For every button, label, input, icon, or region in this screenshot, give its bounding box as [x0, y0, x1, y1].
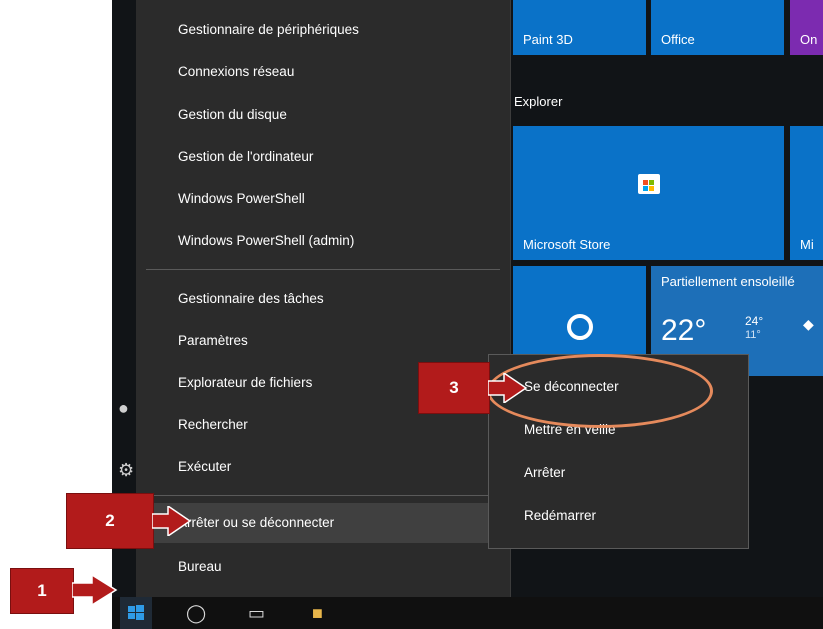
callout-1: 1 [10, 568, 74, 614]
tile-office[interactable]: Office [651, 0, 784, 55]
menu-item-powershell[interactable]: Windows PowerShell [136, 179, 510, 219]
menu-item-desktop[interactable]: Bureau [136, 547, 510, 587]
tile-paint3d[interactable]: Paint 3D [513, 0, 646, 55]
section-explorer-title: Explorer [514, 94, 563, 109]
winx-context-menu: Gestionnaire de périphériques Connexions… [136, 0, 511, 598]
user-icon[interactable]: ● [118, 398, 129, 419]
menu-item-run[interactable]: Exécuter [136, 447, 510, 487]
submenu-item-restart[interactable]: Redémarrer [489, 496, 748, 536]
rain-drop-icon: ◆ [803, 316, 814, 332]
task-view-icon[interactable]: ▭ [248, 603, 265, 624]
settings-icon[interactable]: ⚙ [118, 460, 134, 481]
tile-onenote-label: On [800, 32, 818, 47]
menu-separator [146, 495, 500, 496]
callout-2-arrow [152, 506, 192, 536]
menu-item-settings[interactable]: Paramètres [136, 321, 510, 361]
menu-item-network-connections[interactable]: Connexions réseau [136, 52, 510, 92]
tile-store-label: Microsoft Store [523, 237, 611, 252]
callout-1-arrow [72, 575, 118, 605]
tile-partial-mi[interactable]: Mi [790, 126, 823, 260]
menu-item-computer-management[interactable]: Gestion de l'ordinateur [136, 137, 510, 177]
tile-partial-mi-label: Mi [800, 237, 814, 252]
file-explorer-icon[interactable]: ■ [312, 603, 323, 624]
windows-start-icon[interactable] [120, 597, 152, 629]
weather-title: Partiellement ensoleillé [661, 274, 795, 289]
weather-temp: 22° [661, 314, 707, 347]
weather-high: 24° [745, 314, 764, 328]
desktop-screen: Paint 3D Office On Explorer Microsoft St… [112, 0, 823, 629]
submenu-item-shut-down[interactable]: Arrêter [489, 453, 748, 493]
tile-onenote[interactable]: On [790, 0, 823, 55]
tile-microsoft-store[interactable]: Microsoft Store [513, 126, 784, 260]
menu-item-task-manager[interactable]: Gestionnaire des tâches [136, 279, 510, 319]
menu-item-shutdown-signout[interactable]: Arrêter ou se déconnecter › [136, 503, 510, 543]
menu-item-device-manager[interactable]: Gestionnaire de périphériques [136, 10, 510, 50]
menu-item-powershell-admin[interactable]: Windows PowerShell (admin) [136, 221, 510, 261]
taskbar: ◯ ▭ ■ [112, 597, 823, 629]
menu-item-shutdown-signout-label: Arrêter ou se déconnecter [178, 515, 335, 530]
callout-3-arrow [488, 373, 528, 403]
weather-low: 11° [745, 329, 761, 341]
menu-item-disk-management[interactable]: Gestion du disque [136, 95, 510, 135]
cortana-icon[interactable]: ◯ [186, 603, 206, 624]
tile-office-label: Office [661, 32, 695, 47]
menu-separator [146, 269, 500, 270]
callout-2: 2 [66, 493, 154, 549]
store-bag-icon [638, 174, 660, 194]
tile-paint3d-label: Paint 3D [523, 32, 573, 47]
callout-3: 3 [418, 362, 490, 414]
map-pin-icon [567, 314, 593, 340]
